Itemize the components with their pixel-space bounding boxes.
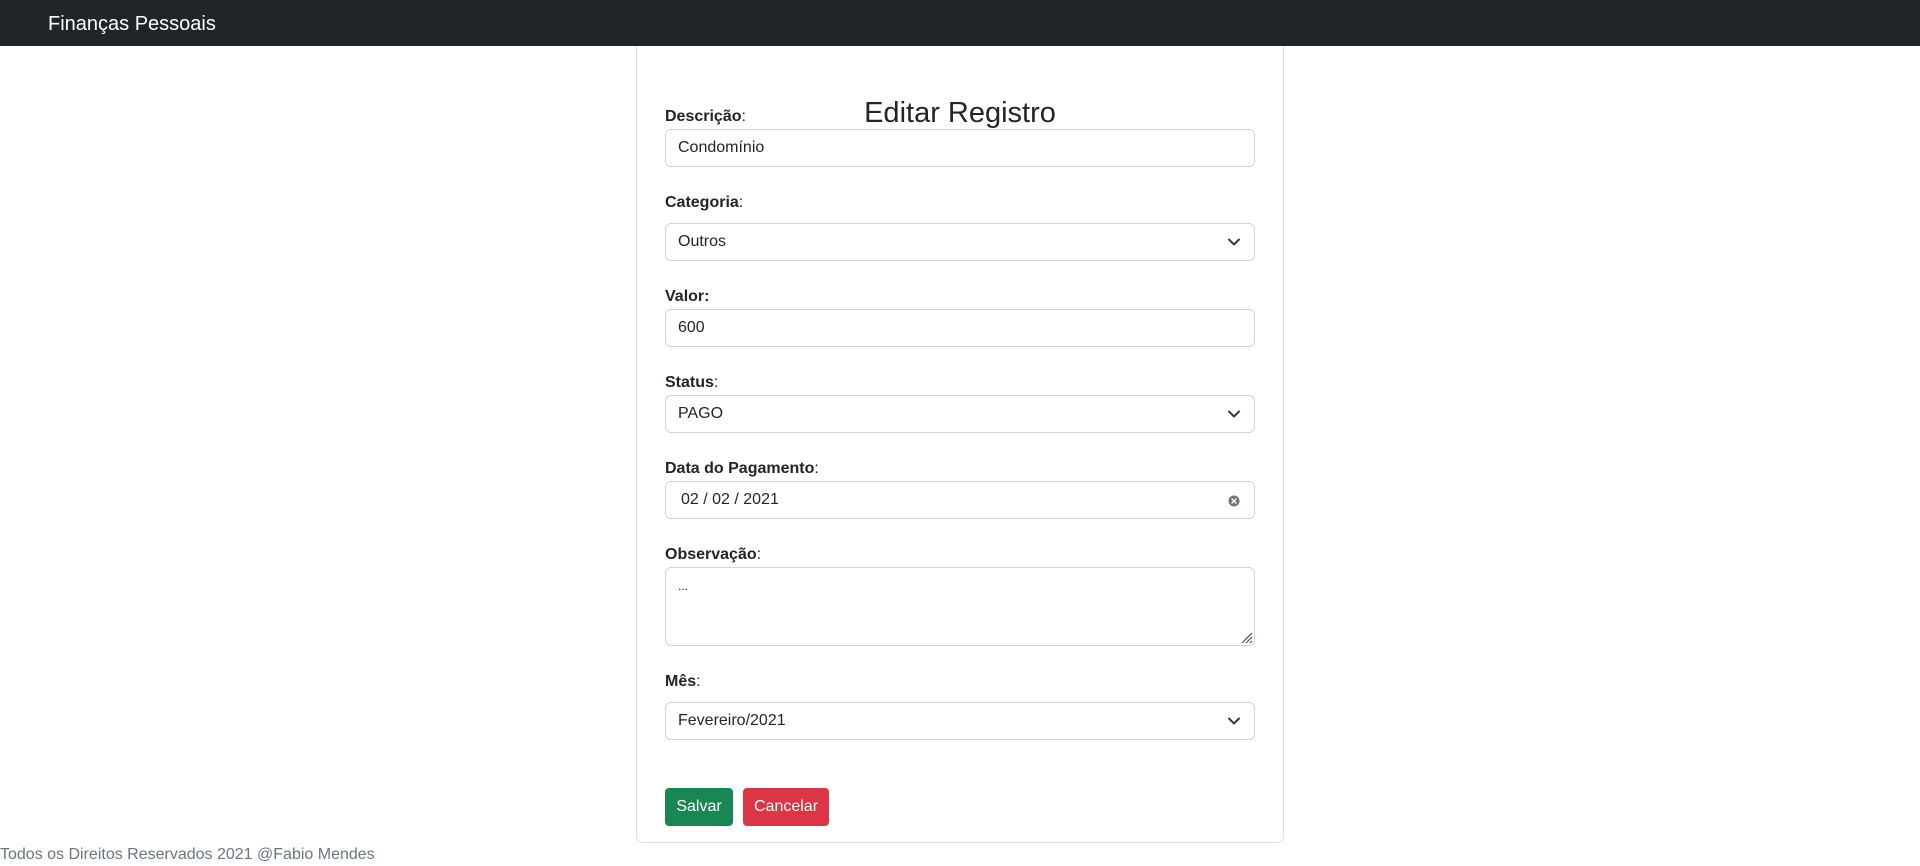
categoria-label-colon: : <box>738 194 744 211</box>
descricao-label-colon: : <box>741 108 746 125</box>
data-pagamento-value: 02 / 02 / 2021 <box>681 491 779 508</box>
status-select[interactable]: PAGO <box>665 395 1255 433</box>
valor-input[interactable]: 600 <box>665 309 1255 347</box>
observacao-value: ... <box>678 579 689 593</box>
observacao-label: Observação: <box>665 545 761 565</box>
save-button[interactable]: Salvar <box>665 788 733 826</box>
data-pagamento-label: Data do Pagamento: <box>665 459 819 479</box>
data-pagamento-label-text: Data do Pagamento <box>665 460 815 477</box>
brand-link[interactable]: Finanças Pessoais <box>48 0 216 49</box>
status-value: PAGO <box>678 405 724 422</box>
chevron-down-icon <box>1228 717 1240 725</box>
navbar: Finanças Pessoais <box>0 0 1920 46</box>
chevron-down-icon <box>1228 238 1240 246</box>
status-label: Status: <box>665 373 718 393</box>
observacao-label-colon: : <box>756 546 762 563</box>
observacao-label-text: Observação <box>665 546 757 563</box>
categoria-label-text: Categoria <box>665 194 739 211</box>
categoria-select[interactable]: Outros <box>665 223 1255 261</box>
categoria-value: Outros <box>678 233 727 250</box>
mes-value: Fevereiro/2021 <box>678 712 786 729</box>
data-pagamento-label-colon: : <box>814 460 819 477</box>
status-label-text: Status <box>665 374 714 391</box>
descricao-input[interactable]: Condomínio <box>665 129 1255 167</box>
mes-label-text: Mês <box>665 673 697 690</box>
descricao-label-text: Descrição <box>665 108 742 125</box>
descricao-value: Condomínio <box>678 139 765 156</box>
valor-value: 600 <box>678 319 705 336</box>
resize-grip-icon[interactable] <box>1239 630 1253 644</box>
mes-label-colon: : <box>696 673 701 690</box>
mes-label: Mês: <box>665 672 701 692</box>
mes-select[interactable]: Fevereiro/2021 <box>665 702 1255 740</box>
clear-icon[interactable] <box>1228 495 1240 507</box>
observacao-textarea[interactable]: ... <box>665 567 1255 646</box>
chevron-down-icon <box>1228 410 1240 418</box>
descricao-label: Descrição: <box>665 107 746 127</box>
footer-text: Todos os Direitos Reservados 2021 @Fabio… <box>0 846 375 863</box>
status-label-colon: : <box>713 374 719 391</box>
data-pagamento-input[interactable]: 02 / 02 / 2021 <box>665 481 1255 519</box>
valor-label: Valor: <box>665 287 709 307</box>
categoria-label: Categoria: <box>665 193 743 213</box>
cancel-button[interactable]: Cancelar <box>743 788 829 826</box>
valor-label-text: Valor: <box>665 288 710 305</box>
